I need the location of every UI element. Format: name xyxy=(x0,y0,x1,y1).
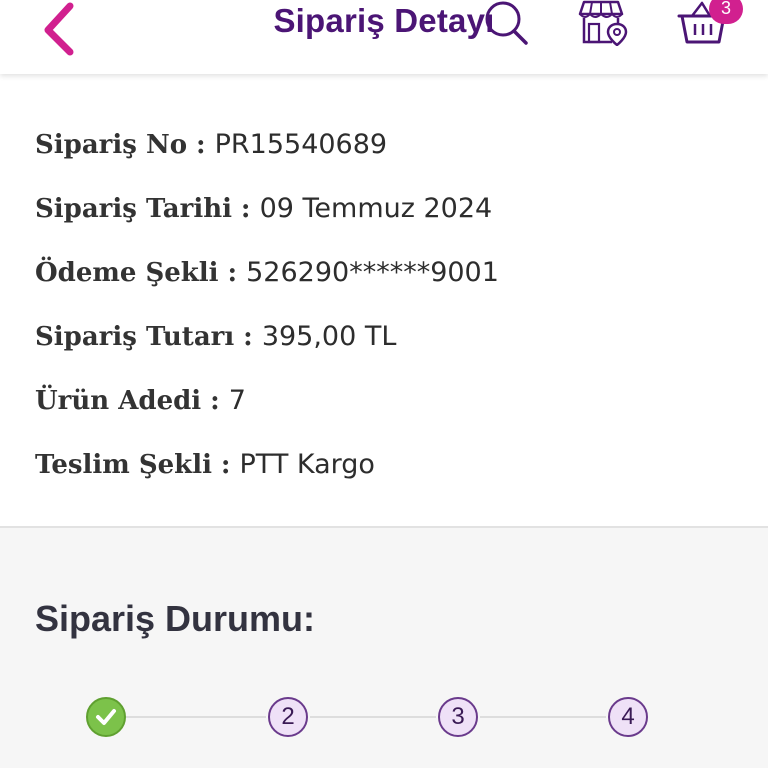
order-date-value: 09 Temmuz 2024 xyxy=(259,193,493,224)
order-total-row: Sipariş Tutarı : 395,00 TL xyxy=(35,318,396,354)
order-total-label: Sipariş Tutarı xyxy=(35,322,235,352)
step-connector xyxy=(480,716,606,718)
payment-method-row: Ödeme Şekli : 526290******9001 xyxy=(35,254,499,290)
order-total-value: 395,00 TL xyxy=(261,321,397,352)
checkmark-icon xyxy=(96,709,116,725)
separator: : xyxy=(227,258,247,288)
order-number-label: Sipariş No xyxy=(35,130,188,160)
delivery-method-label: Teslim Şekli xyxy=(35,450,212,480)
order-info-panel: Sipariş No : PR15540689 Sipariş Tarihi :… xyxy=(0,74,768,526)
search-icon xyxy=(485,1,528,45)
separator: : xyxy=(210,386,229,416)
status-step-3: 3 xyxy=(438,697,478,737)
order-date-row: Sipariş Tarihi : 09 Temmuz 2024 xyxy=(35,190,492,226)
order-number-row: Sipariş No : PR15540689 xyxy=(35,126,387,162)
item-count-label: Ürün Adedi xyxy=(35,386,202,416)
separator: : xyxy=(195,130,215,160)
step-connector xyxy=(126,716,266,718)
step-connector xyxy=(310,716,436,718)
store-location-icon xyxy=(578,0,628,47)
delivery-method-value: PTT Kargo xyxy=(239,449,375,480)
delivery-method-row: Teslim Şekli : PTT Kargo xyxy=(35,446,375,482)
payment-method-value: 526290******9001 xyxy=(246,257,499,288)
app-header: Sipariş Detayı 3 xyxy=(0,0,768,74)
order-status-section: Sipariş Durumu: 2 3 4 xyxy=(0,528,768,768)
search-button[interactable] xyxy=(482,0,532,46)
separator: : xyxy=(243,322,262,352)
order-status-title: Sipariş Durumu: xyxy=(35,598,316,639)
item-count-row: Ürün Adedi : 7 xyxy=(35,382,246,418)
separator: : xyxy=(240,194,260,224)
item-count-value: 7 xyxy=(228,385,246,416)
store-locator-button[interactable] xyxy=(578,0,630,47)
payment-method-label: Ödeme Şekli xyxy=(35,258,219,288)
status-step-2: 2 xyxy=(268,697,308,737)
status-step-1 xyxy=(86,697,126,737)
order-date-label: Sipariş Tarihi xyxy=(35,194,233,224)
separator: : xyxy=(220,450,240,480)
order-number-value: PR15540689 xyxy=(214,129,388,160)
status-step-4: 4 xyxy=(608,697,648,737)
page-title: Sipariş Detayı xyxy=(273,2,495,39)
